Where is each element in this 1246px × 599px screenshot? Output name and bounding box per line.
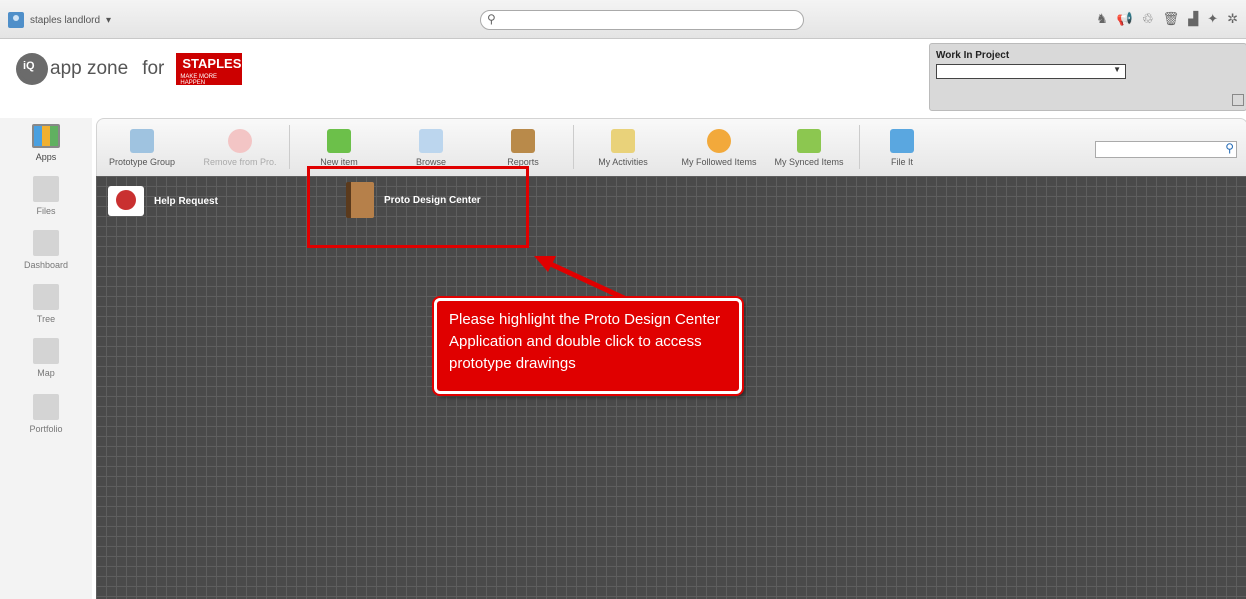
- files-icon: [33, 176, 59, 202]
- search-icon: ⚲: [487, 12, 496, 26]
- nav-item-portfolio[interactable]: Portfolio: [0, 394, 92, 434]
- chart-icon[interactable]: ▟: [1188, 11, 1198, 27]
- reports-button[interactable]: Reports: [493, 129, 553, 167]
- heart-icon: [228, 129, 252, 153]
- file-it-button[interactable]: File It: [875, 129, 929, 167]
- global-search-input[interactable]: ⚲: [480, 10, 804, 30]
- nav-item-dashboard[interactable]: Dashboard: [0, 230, 92, 270]
- main-content: Prototype Group Remove from Pro. New ite…: [92, 118, 1246, 599]
- trash-icon[interactable]: 🗑: [1163, 11, 1180, 27]
- toolbar-divider: [859, 125, 860, 169]
- toolbar-search-input[interactable]: ⚲: [1095, 141, 1237, 158]
- toolbar-divider: [289, 125, 290, 169]
- work-in-project-panel: Work In Project ▼: [929, 43, 1246, 111]
- expand-icon[interactable]: [1232, 94, 1244, 106]
- search-icon[interactable]: ⚲: [1225, 141, 1234, 155]
- recycle-icon[interactable]: ♲: [1142, 11, 1154, 27]
- app-zone-text: app zone: [50, 58, 129, 79]
- top-bar: staples landlord ▾ ⚲ ♞ 📢 ♲ 🗑 ▟ ✦ ✲: [0, 0, 1246, 39]
- user-name: staples landlord: [30, 14, 101, 26]
- globe-icon[interactable]: ✦: [1207, 11, 1218, 27]
- for-text: for: [142, 58, 165, 79]
- new-item-button[interactable]: New item: [309, 129, 369, 167]
- left-nav: Apps Files Dashboard Tree Map Portfolio: [0, 118, 92, 599]
- gear-logo-icon: iQ: [16, 53, 48, 85]
- apps-icon: [32, 124, 60, 148]
- clipboard-icon: [511, 129, 535, 153]
- staples-logo: STAPLES MAKE MORE HAPPEN: [176, 53, 243, 86]
- nav-item-map[interactable]: Map: [0, 338, 92, 378]
- toolbar: Prototype Group Remove from Pro. New ite…: [96, 118, 1246, 177]
- avatar: [8, 12, 24, 28]
- tree-icon: [33, 284, 59, 310]
- dashboard-icon: [33, 230, 59, 256]
- chevron-down-icon: ▾: [106, 14, 112, 26]
- prototype-group-icon: [130, 129, 154, 153]
- folder-upload-icon: [890, 129, 914, 153]
- toolbar-divider: [573, 125, 574, 169]
- my-synced-items-button[interactable]: My Synced Items: [769, 129, 849, 167]
- send-arrow-icon: [797, 129, 821, 153]
- header: iQ app zone for STAPLES MAKE MORE HAPPEN…: [0, 39, 1246, 115]
- apps-grid: Help Request Proto Design Center Please …: [96, 166, 1246, 599]
- plus-icon: [327, 129, 351, 153]
- dropdown-arrow-icon: ▼: [1113, 65, 1121, 74]
- work-in-project-select[interactable]: ▼: [936, 64, 1126, 79]
- megaphone-icon[interactable]: 📢: [1117, 11, 1133, 27]
- star-icon: [707, 129, 731, 153]
- nav-item-files[interactable]: Files: [0, 176, 92, 216]
- nav-item-tree[interactable]: Tree: [0, 284, 92, 324]
- user-menu[interactable]: staples landlord ▾: [8, 12, 111, 28]
- annotation-callout: Please highlight the Proto Design Center…: [434, 298, 742, 394]
- settings-icon[interactable]: ✲: [1227, 11, 1238, 27]
- my-followed-items-button[interactable]: My Followed Items: [677, 129, 761, 167]
- work-in-project-label: Work In Project: [936, 50, 1010, 61]
- remove-from-pro-button[interactable]: Remove from Pro.: [199, 129, 281, 167]
- portfolio-icon: [33, 394, 59, 420]
- map-icon: [33, 338, 59, 364]
- app-logo: iQ app zone for STAPLES MAKE MORE HAPPEN: [16, 53, 243, 86]
- my-activities-button[interactable]: My Activities: [587, 129, 659, 167]
- top-icon-bar: ♞ 📢 ♲ 🗑 ▟ ✦ ✲: [1096, 11, 1238, 27]
- nav-item-apps[interactable]: Apps: [0, 124, 92, 162]
- browse-button[interactable]: Browse: [401, 129, 461, 167]
- user-icon[interactable]: ♞: [1096, 11, 1108, 27]
- browse-icon: [419, 129, 443, 153]
- prototype-group-button[interactable]: Prototype Group: [103, 129, 181, 167]
- activities-icon: [611, 129, 635, 153]
